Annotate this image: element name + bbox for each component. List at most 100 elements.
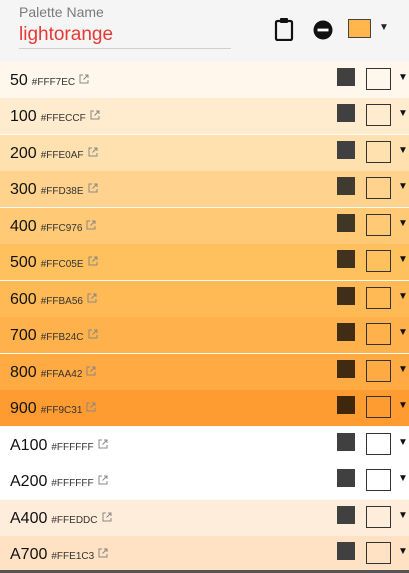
shade-name: A200 #FFFFFF bbox=[10, 472, 108, 491]
palette-name-label: Palette Name bbox=[19, 4, 104, 20]
background-color-swatch[interactable] bbox=[366, 250, 391, 272]
background-color-swatch[interactable] bbox=[366, 360, 391, 382]
background-color-swatch[interactable] bbox=[366, 214, 391, 236]
shade-hex: #FFFFFF bbox=[51, 442, 94, 453]
background-color-swatch[interactable] bbox=[366, 469, 391, 491]
shade-row: A200 #FFFFFF ▼ bbox=[0, 463, 409, 499]
text-color-swatch[interactable] bbox=[337, 542, 355, 560]
color-dropdown-icon[interactable]: ▼ bbox=[398, 473, 408, 484]
palette-color-swatch[interactable] bbox=[348, 19, 371, 38]
shade-row: 100 #FFECCF ▼ bbox=[0, 98, 409, 134]
shade-label: 50 bbox=[10, 72, 28, 89]
text-color-swatch[interactable] bbox=[337, 250, 355, 268]
external-link-icon[interactable] bbox=[79, 71, 89, 84]
shade-name: 400 #FFC976 bbox=[10, 217, 96, 236]
external-link-icon[interactable] bbox=[98, 436, 108, 449]
text-color-swatch[interactable] bbox=[337, 323, 355, 341]
shade-hex: #FFECCF bbox=[40, 113, 86, 124]
remove-circle-icon[interactable] bbox=[313, 20, 333, 40]
text-color-swatch[interactable] bbox=[337, 177, 355, 195]
shade-row: 900 #FF9C31 ▼ bbox=[0, 390, 409, 426]
external-link-icon[interactable] bbox=[90, 107, 100, 120]
background-color-swatch[interactable] bbox=[366, 287, 391, 309]
shade-name: A400 #FFEDDC bbox=[10, 509, 112, 528]
shade-name: 200 #FFE0AF bbox=[10, 144, 98, 163]
shade-name: A100 #FFFFFF bbox=[10, 436, 108, 455]
shade-label: 200 bbox=[10, 145, 37, 162]
palette-color-dropdown-icon[interactable]: ▼ bbox=[379, 22, 389, 33]
shade-name: 900 #FF9C31 bbox=[10, 399, 96, 418]
background-color-swatch[interactable] bbox=[366, 542, 391, 564]
shade-name: 600 #FFBA56 bbox=[10, 290, 97, 309]
external-link-icon[interactable] bbox=[102, 509, 112, 522]
text-color-swatch[interactable] bbox=[337, 433, 355, 451]
shade-label: 600 bbox=[10, 291, 37, 308]
text-color-swatch[interactable] bbox=[337, 506, 355, 524]
palette-header: Palette Name lightorange ▼ bbox=[0, 0, 409, 62]
shade-hex: #FF9C31 bbox=[40, 405, 83, 416]
external-link-icon[interactable] bbox=[98, 545, 108, 558]
text-color-swatch[interactable] bbox=[337, 141, 355, 159]
shade-label: 400 bbox=[10, 218, 37, 235]
color-dropdown-icon[interactable]: ▼ bbox=[398, 327, 408, 338]
shade-name: 700 #FFB24C bbox=[10, 326, 98, 345]
text-color-swatch[interactable] bbox=[337, 360, 355, 378]
external-link-icon[interactable] bbox=[88, 253, 98, 266]
shade-label: A100 bbox=[10, 437, 48, 454]
text-color-swatch[interactable] bbox=[337, 104, 355, 122]
shade-label: 700 bbox=[10, 327, 37, 344]
color-dropdown-icon[interactable]: ▼ bbox=[398, 510, 408, 521]
shade-row: A400 #FFEDDC ▼ bbox=[0, 500, 409, 536]
background-color-swatch[interactable] bbox=[366, 323, 391, 345]
shade-label: 300 bbox=[10, 181, 37, 198]
color-dropdown-icon[interactable]: ▼ bbox=[398, 145, 408, 156]
external-link-icon[interactable] bbox=[87, 290, 97, 303]
external-link-icon[interactable] bbox=[86, 217, 96, 230]
shade-hex: #FFC976 bbox=[40, 223, 83, 234]
color-dropdown-icon[interactable]: ▼ bbox=[398, 364, 408, 375]
shade-name: 300 #FFD38E bbox=[10, 180, 98, 199]
color-dropdown-icon[interactable]: ▼ bbox=[398, 546, 408, 557]
background-color-swatch[interactable] bbox=[366, 506, 391, 528]
external-link-icon[interactable] bbox=[86, 399, 96, 412]
color-dropdown-icon[interactable]: ▼ bbox=[398, 291, 408, 302]
background-color-swatch[interactable] bbox=[366, 141, 391, 163]
text-color-swatch[interactable] bbox=[337, 469, 355, 487]
shade-label: A400 bbox=[10, 510, 48, 527]
external-link-icon[interactable] bbox=[88, 180, 98, 193]
external-link-icon[interactable] bbox=[88, 326, 98, 339]
palette-name-input[interactable]: lightorange bbox=[19, 22, 231, 49]
text-color-swatch[interactable] bbox=[337, 214, 355, 232]
color-dropdown-icon[interactable]: ▼ bbox=[398, 72, 408, 83]
text-color-swatch[interactable] bbox=[337, 396, 355, 414]
shade-row: 300 #FFD38E ▼ bbox=[0, 171, 409, 207]
shade-label: 800 bbox=[10, 364, 37, 381]
shade-row: 200 #FFE0AF ▼ bbox=[0, 135, 409, 171]
text-color-swatch[interactable] bbox=[337, 68, 355, 86]
shade-hex: #FFD38E bbox=[40, 186, 84, 197]
color-dropdown-icon[interactable]: ▼ bbox=[398, 254, 408, 265]
shade-hex: #FFAA42 bbox=[40, 369, 83, 380]
external-link-icon[interactable] bbox=[88, 144, 98, 157]
background-color-swatch[interactable] bbox=[366, 396, 391, 418]
color-dropdown-icon[interactable]: ▼ bbox=[398, 437, 408, 448]
external-link-icon[interactable] bbox=[98, 472, 108, 485]
color-dropdown-icon[interactable]: ▼ bbox=[398, 218, 408, 229]
background-color-swatch[interactable] bbox=[366, 104, 391, 126]
shade-label: A200 bbox=[10, 473, 48, 490]
shade-hex: #FFFFFF bbox=[51, 478, 94, 489]
external-link-icon[interactable] bbox=[86, 363, 96, 376]
shade-row: 800 #FFAA42 ▼ bbox=[0, 354, 409, 390]
color-dropdown-icon[interactable]: ▼ bbox=[398, 181, 408, 192]
shade-row: 50 #FFF7EC ▼ bbox=[0, 62, 409, 98]
background-color-swatch[interactable] bbox=[366, 68, 391, 90]
shade-row: 700 #FFB24C ▼ bbox=[0, 317, 409, 353]
background-color-swatch[interactable] bbox=[366, 177, 391, 199]
background-color-swatch[interactable] bbox=[366, 433, 391, 455]
clipboard-icon[interactable] bbox=[274, 17, 294, 41]
shade-hex: #FFB24C bbox=[40, 332, 84, 343]
color-dropdown-icon[interactable]: ▼ bbox=[398, 400, 408, 411]
text-color-swatch[interactable] bbox=[337, 287, 355, 305]
color-dropdown-icon[interactable]: ▼ bbox=[398, 108, 408, 119]
shade-row: A700 #FFE1C3 ▼ bbox=[0, 536, 409, 572]
